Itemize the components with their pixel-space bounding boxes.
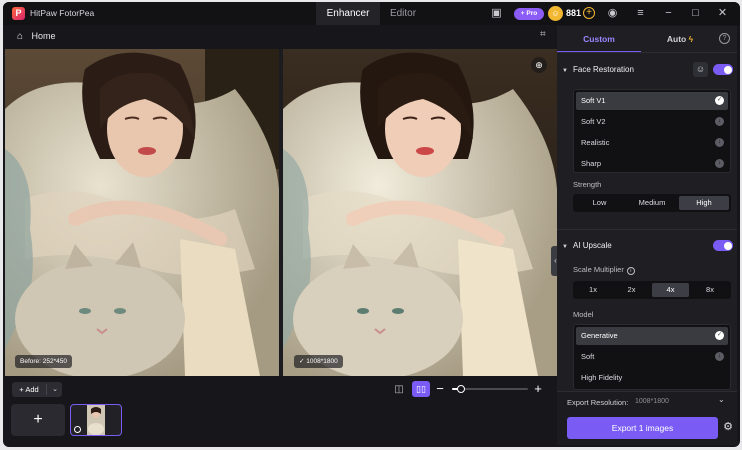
upscale-model-option[interactable]: Generative ✓: [576, 327, 728, 345]
export-button[interactable]: Export 1 images: [567, 417, 718, 439]
ai-upscale-header[interactable]: ▼ AI Upscale: [557, 238, 737, 254]
after-size-label: ✓ 1008*1800: [294, 355, 343, 368]
title-bar: P HitPaw FotorPea Enhancer Editor ▣ + Pr…: [3, 2, 740, 25]
tab-enhancer[interactable]: Enhancer: [316, 2, 380, 25]
after-size-text: 1008*1800: [306, 358, 338, 365]
add-separator: [46, 384, 47, 395]
scale-2x[interactable]: 2x: [613, 283, 650, 297]
tab-auto[interactable]: Auto ϟ: [641, 26, 719, 52]
coin-icon: ☺: [548, 6, 563, 21]
tab-custom[interactable]: Custom: [557, 26, 641, 52]
crop-icon[interactable]: ⌗: [540, 29, 552, 41]
tab-editor[interactable]: Editor: [380, 2, 426, 25]
app-title: HitPaw FotorPea: [30, 8, 95, 18]
maximize-icon[interactable]: □: [689, 7, 702, 20]
face-model-option[interactable]: Soft V2 ↓: [576, 113, 728, 131]
face-model-option[interactable]: Realistic ↓: [576, 134, 728, 152]
bolt-icon: ϟ: [688, 34, 694, 44]
face-restoration-title: Face Restoration: [573, 65, 634, 74]
before-image: [5, 49, 279, 376]
strength-label: Strength: [573, 180, 602, 189]
home-label: Home: [31, 31, 56, 41]
add-label[interactable]: + Add: [12, 382, 46, 397]
caret-down-icon: ▼: [562, 244, 568, 250]
minimize-icon[interactable]: −: [662, 7, 675, 20]
upscale-model-option[interactable]: Soft ↓: [576, 348, 728, 366]
scale-1x[interactable]: 1x: [575, 283, 611, 297]
home-icon: ⌂: [17, 31, 24, 42]
scale-8x[interactable]: 8x: [691, 283, 729, 297]
face-model-list: Soft V1 ✓ Soft V2 ↓ Realistic ↓ Sharp ↓: [573, 89, 731, 173]
ai-upscale-toggle[interactable]: [713, 240, 733, 251]
screen-icon[interactable]: ▣: [490, 7, 503, 20]
image-thumbnail[interactable]: [70, 404, 122, 436]
home-button[interactable]: ⌂ Home: [17, 29, 56, 43]
check-circle-icon: ✓: [715, 96, 724, 105]
zoom-in-icon[interactable]: ⊕: [531, 57, 547, 73]
add-image-button[interactable]: +: [11, 404, 65, 436]
double-chevron-down-icon[interactable]: ⌄: [718, 395, 725, 404]
download-icon: ↓: [715, 117, 724, 126]
face-model-option[interactable]: Sharp ↓: [576, 155, 728, 173]
model-label: Model: [573, 310, 594, 319]
info-icon[interactable]: i: [626, 267, 635, 275]
export-resolution-value: 1008*1800: [635, 398, 669, 405]
check-circle-icon: ✓: [715, 331, 724, 340]
zoom-out-button[interactable]: −: [435, 382, 445, 396]
face-model-label: Soft V1: [581, 96, 606, 105]
strength-selector: Low Medium High: [573, 194, 731, 212]
help-icon[interactable]: ?: [719, 33, 730, 44]
zoom-in-button[interactable]: +: [533, 382, 543, 396]
add-button[interactable]: + Add ⌄: [12, 382, 62, 397]
credits-count: 881: [566, 8, 582, 18]
account-icon[interactable]: ◉: [606, 7, 619, 20]
strength-high[interactable]: High: [679, 196, 729, 210]
thumbnail-preview: [87, 405, 105, 435]
export-footer: Export Resolution: 1008*1800 ⌄ Export 1 …: [557, 391, 737, 445]
upscale-model-option[interactable]: High Fidelity: [576, 369, 728, 387]
upscale-model-label: High Fidelity: [581, 373, 623, 382]
strength-low[interactable]: Low: [575, 196, 624, 210]
download-icon: ↓: [715, 352, 724, 361]
face-restoration-toggle[interactable]: [713, 64, 733, 75]
upscale-model-label: Generative: [581, 331, 618, 340]
processing-status-icon: [74, 426, 81, 433]
scale-multiplier-label: Scale Multiplier i: [573, 265, 635, 275]
close-icon[interactable]: ✕: [716, 7, 729, 20]
gear-icon[interactable]: ⚙: [722, 421, 734, 433]
pro-badge[interactable]: + Pro: [514, 8, 544, 20]
section-divider: [557, 229, 737, 230]
buy-credits-icon[interactable]: +: [583, 7, 595, 19]
face-model-option[interactable]: Soft V1 ✓: [576, 92, 728, 110]
face-icon[interactable]: ☺: [693, 62, 708, 77]
strength-medium[interactable]: Medium: [627, 196, 677, 210]
tab-underline: [557, 52, 737, 53]
menu-icon[interactable]: ≡: [634, 7, 647, 20]
chevron-down-icon[interactable]: ⌄: [48, 382, 62, 397]
face-model-label: Soft V2: [581, 117, 606, 126]
settings-panel: Custom Auto ϟ ? ▼ Face Restoration ☺ Soft…: [557, 26, 737, 445]
face-model-label: Sharp: [581, 159, 602, 168]
download-icon: ↓: [715, 138, 724, 147]
after-image: [283, 49, 557, 376]
split-view-icon[interactable]: ◫: [392, 383, 406, 396]
ai-upscale-title: AI Upscale: [573, 241, 612, 250]
upscale-model-list: Generative ✓ Soft ↓ High Fidelity: [573, 324, 731, 390]
before-size-label: Before: 252*450: [15, 355, 72, 368]
scale-4x[interactable]: 4x: [652, 283, 689, 297]
scale-selector: 1x 2x 4x 8x: [573, 281, 731, 299]
export-resolution-label: Export Resolution:: [567, 398, 629, 407]
download-icon: ↓: [715, 159, 724, 168]
preview-area: Before: 252*450 ✓ 1008*1800 ⊕ ‹: [5, 49, 557, 376]
scale-multiplier-text: Scale Multiplier: [573, 265, 624, 274]
face-model-label: Realistic: [581, 138, 610, 147]
upscale-model-label: Soft: [581, 352, 595, 361]
face-restoration-header[interactable]: ▼ Face Restoration: [557, 62, 737, 78]
zoom-slider-handle[interactable]: [457, 385, 466, 393]
zoom-slider[interactable]: [452, 385, 528, 393]
tab-auto-label[interactable]: Auto: [667, 34, 686, 44]
app-logo: P: [12, 7, 25, 20]
caret-down-icon: ▼: [562, 68, 568, 74]
side-by-side-icon[interactable]: ▯▯: [412, 381, 430, 397]
